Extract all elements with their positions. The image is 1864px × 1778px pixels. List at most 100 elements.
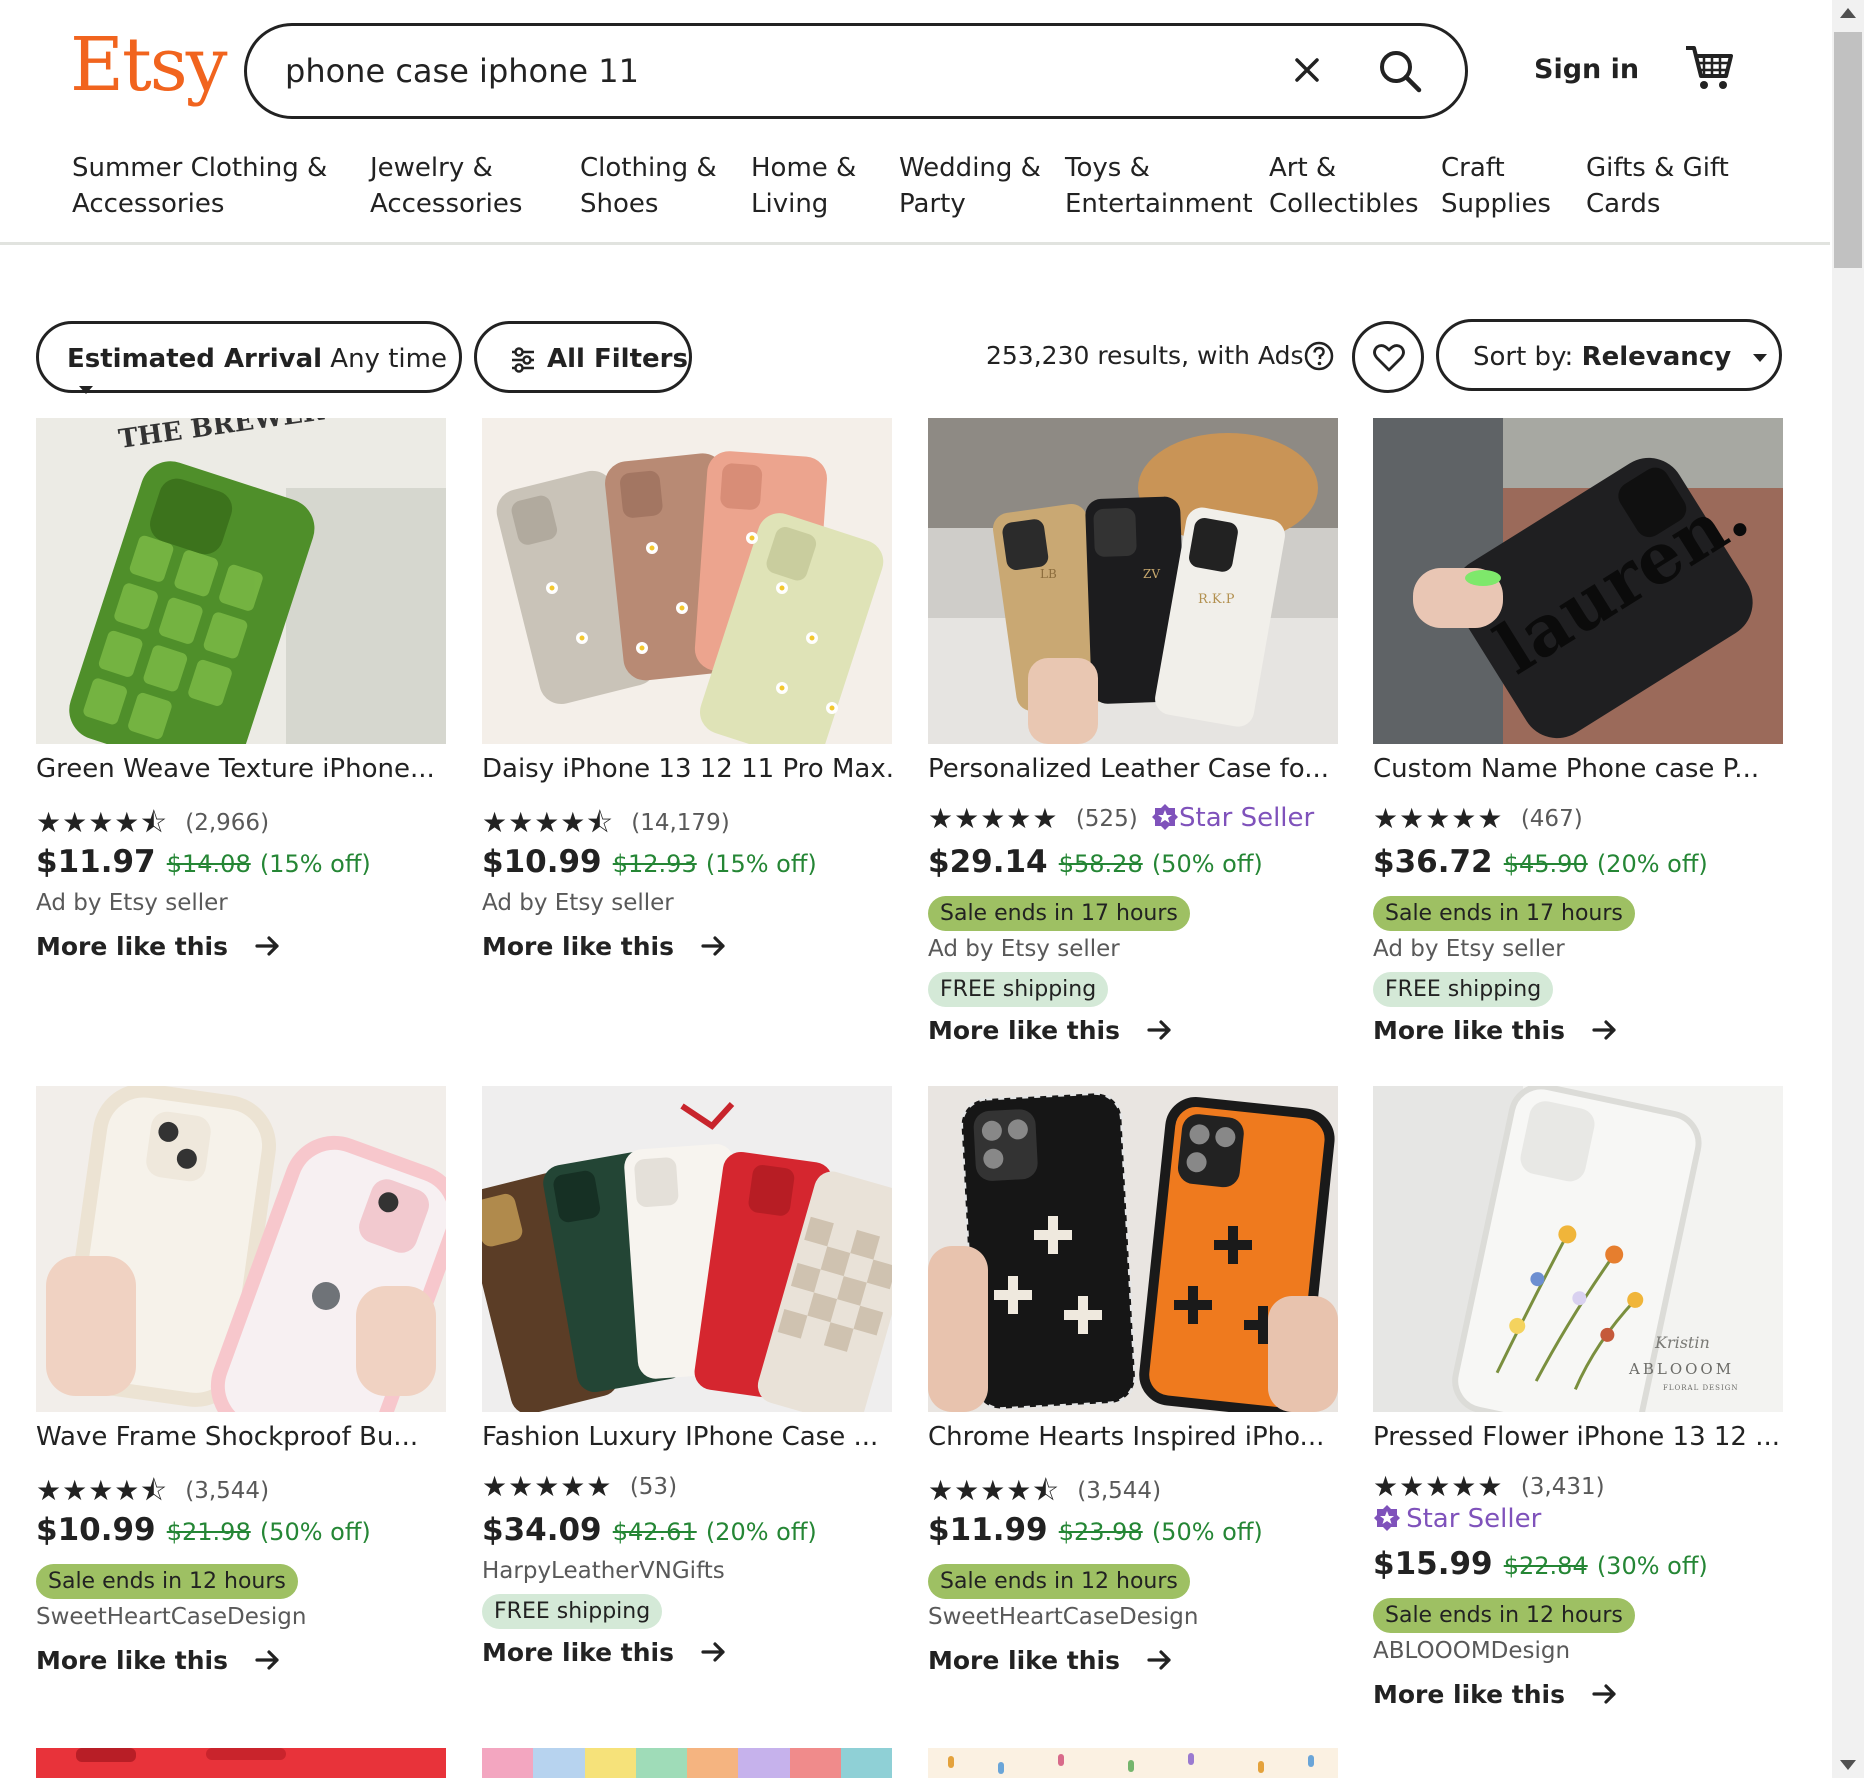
more-like-this-link[interactable]: More like this [482,1638,727,1667]
price-row: $10.99 $12.93 (15% off) [482,844,817,880]
more-like-this-label: More like this [36,1646,228,1675]
chevron-down-icon [79,385,93,394]
listing-title[interactable]: Chrome Hearts Inspired iPho... [928,1422,1338,1452]
listing-title[interactable]: Personalized Leather Case fo... [928,754,1338,784]
sale-price: $15.99 [1373,1546,1493,1582]
listing-title[interactable]: Daisy iPhone 13 12 11 Pro Max... [482,754,892,784]
star-seller-badge-icon [1152,804,1178,830]
star-rating-icon: ★★★★★ [482,1470,613,1503]
seller-name[interactable]: SweetHeartCaseDesign [36,1604,306,1630]
listing-image-partial[interactable] [928,1748,1338,1778]
listing-image-partial[interactable] [36,1748,446,1778]
listing-title[interactable]: Wave Frame Shockproof Bu... [36,1422,446,1452]
sale-price: $36.72 [1373,844,1493,880]
heart-icon [1373,344,1405,372]
scrollbar-thumb[interactable] [1834,32,1862,268]
sign-in-link[interactable]: Sign in [1534,54,1639,85]
original-price: $45.90 [1503,850,1588,878]
seller-name: Ad by Etsy seller [36,890,228,916]
original-price: $58.28 [1058,850,1143,878]
listing-image[interactable] [36,1086,446,1412]
discount-percent: (20% off) [705,1518,817,1546]
sort-dropdown[interactable]: Sort by: Relevancy [1436,319,1782,391]
sale-price: $11.99 [928,1512,1048,1548]
listing-image[interactable] [482,418,892,744]
star-seller-label: Star Seller [1406,1504,1542,1534]
listing-rating: ★★★★★ (525) Star Seller [928,802,1314,835]
listing-image[interactable]: LB ZV R.K.P [928,418,1338,744]
category-link[interactable]: Summer Clothing & Accessories [72,150,327,222]
listing-rating: ★★★★⯪ (3,544) [928,1470,1161,1518]
listing-image[interactable] [928,1086,1338,1412]
discount-percent: (50% off) [259,1518,371,1546]
arrow-right-icon [1592,1684,1616,1704]
more-like-this-label: More like this [482,932,674,961]
free-shipping-badge: FREE shipping [1373,972,1554,1007]
help-icon[interactable] [1304,341,1334,371]
close-icon[interactable] [1287,50,1327,90]
site-header: Etsy phone case iphone 11 Sign in Summer… [0,0,1830,245]
arrow-right-icon [1147,1650,1171,1670]
etsy-logo[interactable]: Etsy [70,22,228,108]
search-bar[interactable]: phone case iphone 11 [244,23,1468,119]
sale-price: $10.99 [482,844,602,880]
listing-image[interactable] [482,1086,892,1412]
sale-price: $10.99 [36,1512,156,1548]
seller-name[interactable]: SweetHeartCaseDesign [928,1604,1198,1630]
all-filters-button[interactable]: All Filters [474,321,692,393]
arrow-right-icon [1592,1020,1616,1040]
category-link[interactable]: Clothing & Shoes [580,150,717,222]
scroll-down-arrow[interactable] [1840,1760,1856,1770]
category-label-line: Jewelry & [370,153,493,183]
listing-title[interactable]: Pressed Flower iPhone 13 12 ... [1373,1422,1783,1452]
search-input[interactable]: phone case iphone 11 [285,52,639,90]
more-like-this-link[interactable]: More like this [36,1646,281,1675]
seller-name[interactable]: HarpyLeatherVNGifts [482,1558,725,1584]
estimated-arrival-filter[interactable]: Estimated Arrival Any time [36,321,462,394]
review-count: (3,544) [1077,1478,1162,1504]
listing-rating: ★★★★⯪ (3,544) [36,1470,269,1518]
listing-image[interactable]: THE BREWER [36,418,446,744]
category-label-line: Cards [1586,189,1661,219]
category-label-line: Accessories [370,189,523,219]
arrow-right-icon [255,936,279,956]
original-price: $22.84 [1503,1552,1588,1580]
free-shipping-badge: FREE shipping [482,1594,663,1629]
review-count: (14,179) [631,810,730,836]
listing-title[interactable]: Fashion Luxury IPhone Case ... [482,1422,892,1452]
more-like-this-link[interactable]: More like this [36,932,281,961]
more-like-this-link[interactable]: More like this [928,1646,1173,1675]
category-link[interactable]: Art & Collectibles [1269,150,1419,222]
listing-title[interactable]: Custom Name Phone case P... [1373,754,1783,784]
scroll-up-arrow[interactable] [1840,8,1856,18]
search-icon[interactable] [1377,48,1423,94]
more-like-this-link[interactable]: More like this [928,1016,1173,1045]
category-link[interactable]: Wedding & Party [899,150,1041,222]
more-like-this-link[interactable]: More like this [1373,1680,1618,1709]
more-like-this-link[interactable]: More like this [482,932,727,961]
seller-name[interactable]: ABLOOOMDesign [1373,1638,1570,1664]
review-count: (467) [1520,806,1583,832]
listing-image-partial[interactable] [482,1748,892,1778]
category-link[interactable]: Jewelry & Accessories [370,150,522,222]
more-like-this-label: More like this [1373,1016,1565,1045]
listing-image[interactable]: Kristin ABLOOOM FLORAL DESIGN [1373,1086,1783,1412]
category-label-line: Gifts & Gift [1586,153,1729,183]
category-link[interactable]: Toys & Entertainment [1065,150,1253,222]
category-link[interactable]: Craft Supplies [1441,150,1551,222]
more-like-this-link[interactable]: More like this [1373,1016,1618,1045]
cart-icon[interactable] [1684,44,1734,92]
listing-title[interactable]: Green Weave Texture iPhone... [36,754,446,784]
discount-percent: (15% off) [259,850,371,878]
category-link[interactable]: Home & Living [751,150,856,222]
favorite-search-button[interactable] [1352,321,1424,393]
star-rating-icon: ★★★★★ [1373,1470,1504,1503]
arrow-right-icon [701,936,725,956]
star-rating-icon: ★★★★⯪ [928,1474,1060,1507]
category-link[interactable]: Gifts & Gift Cards [1586,150,1729,222]
seller-name: Ad by Etsy seller [1373,936,1565,962]
review-count: (3,544) [185,1478,270,1504]
category-label-line: Summer Clothing & [72,153,328,183]
listing-image[interactable]: lauren. [1373,418,1783,744]
more-like-this-label: More like this [36,932,228,961]
